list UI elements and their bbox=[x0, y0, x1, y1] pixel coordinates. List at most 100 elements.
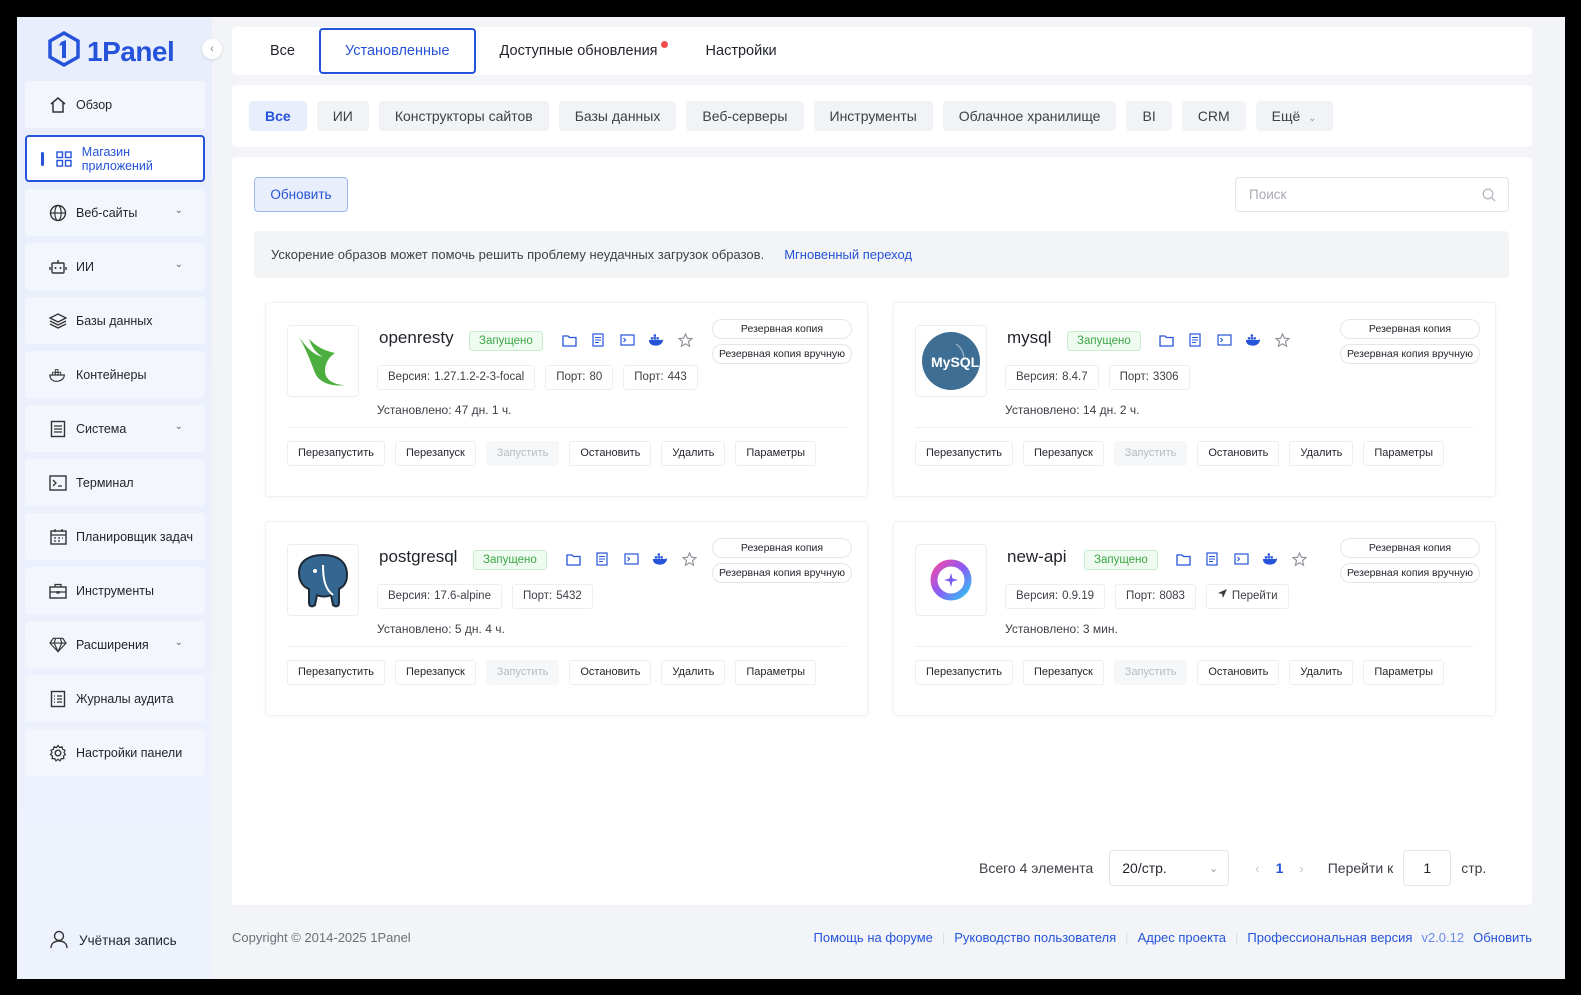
params-button[interactable]: Параметры bbox=[735, 660, 817, 685]
star-icon[interactable] bbox=[681, 551, 697, 567]
goto-page-input[interactable]: 1 bbox=[1403, 850, 1452, 886]
stop-button[interactable]: Остановить bbox=[1197, 660, 1280, 685]
stop-button[interactable]: Остановить bbox=[569, 660, 652, 685]
backup-button[interactable]: Резервная копия bbox=[1340, 538, 1480, 558]
star-icon[interactable] bbox=[1274, 332, 1290, 348]
params-button[interactable]: Параметры bbox=[735, 441, 817, 466]
prev-page-button[interactable]: ‹ bbox=[1255, 861, 1259, 876]
installed-label: Установлено: bbox=[1005, 403, 1080, 417]
sidebar-item-tools[interactable]: Инструменты bbox=[25, 567, 205, 614]
params-button[interactable]: Параметры bbox=[1363, 441, 1445, 466]
restart-button[interactable]: Перезапустить bbox=[287, 441, 385, 466]
category-all[interactable]: Все bbox=[249, 101, 307, 131]
refresh-button[interactable]: Обновить bbox=[254, 177, 348, 212]
search-input[interactable]: Поиск bbox=[1235, 177, 1509, 212]
docker-icon[interactable] bbox=[1245, 332, 1261, 348]
project-link[interactable]: Адрес проекта bbox=[1138, 930, 1226, 945]
tab-updates[interactable]: Доступные обновления bbox=[476, 28, 682, 74]
tab-all[interactable]: Все bbox=[246, 28, 319, 74]
category-cloud-storage[interactable]: Облачное хранилище bbox=[942, 101, 1117, 131]
stop-button[interactable]: Остановить bbox=[569, 441, 652, 466]
folder-icon[interactable] bbox=[1175, 551, 1191, 567]
page-number-1[interactable]: 1 bbox=[1276, 860, 1284, 876]
document-icon[interactable] bbox=[594, 551, 610, 567]
backup-button[interactable]: Резервная копия bbox=[1340, 319, 1480, 339]
terminal-icon[interactable] bbox=[623, 551, 639, 567]
restart-button[interactable]: Перезапустить bbox=[915, 441, 1013, 466]
version-tag: Версия: 17.6-alpine bbox=[377, 584, 502, 609]
folder-icon[interactable] bbox=[561, 332, 577, 348]
forum-link[interactable]: Помощь на форуме bbox=[814, 930, 933, 945]
sidebar-item-websites[interactable]: Веб-сайты ⌄ bbox=[25, 189, 205, 236]
sidebar-item-scheduler[interactable]: Планировщик задач bbox=[25, 513, 205, 560]
backup-button[interactable]: Резервная копия bbox=[712, 538, 852, 558]
sidebar-item-terminal[interactable]: Терминал bbox=[25, 459, 205, 506]
delete-button[interactable]: Удалить bbox=[661, 441, 726, 466]
terminal-icon[interactable] bbox=[1216, 332, 1232, 348]
docker-icon[interactable] bbox=[652, 551, 668, 567]
sidebar-item-containers[interactable]: Контейнеры bbox=[25, 351, 205, 398]
terminal-icon[interactable] bbox=[1233, 551, 1249, 567]
manual-backup-button[interactable]: Резервная копия вручную bbox=[1340, 344, 1480, 364]
page-size-select[interactable]: 20/стр. ⌄ bbox=[1109, 850, 1230, 886]
sidebar-item-panel-settings[interactable]: Настройки панели bbox=[25, 729, 205, 776]
sidebar-item-system[interactable]: Система ⌄ bbox=[25, 405, 205, 452]
start-button[interactable]: Запустить bbox=[485, 660, 560, 685]
notice-link[interactable]: Мгновенный переход bbox=[784, 247, 912, 262]
docker-icon[interactable] bbox=[1262, 551, 1278, 567]
folder-icon[interactable] bbox=[565, 551, 581, 567]
next-page-button[interactable]: › bbox=[1299, 861, 1303, 876]
port-tag: Порт: 80 bbox=[545, 365, 614, 390]
folder-icon[interactable] bbox=[1158, 332, 1174, 348]
sidebar-item-databases[interactable]: Базы данных bbox=[25, 297, 205, 344]
rebuild-button[interactable]: Перезапуск bbox=[394, 660, 476, 685]
manual-backup-button[interactable]: Резервная копия вручную bbox=[712, 563, 852, 583]
rebuild-button[interactable]: Перезапуск bbox=[1022, 660, 1104, 685]
restart-button[interactable]: Перезапустить bbox=[287, 660, 385, 685]
collapse-sidebar-button[interactable]: ‹ bbox=[202, 39, 222, 59]
star-icon[interactable] bbox=[1291, 551, 1307, 567]
category-web-servers[interactable]: Веб-серверы bbox=[686, 101, 804, 131]
category-more-dropdown[interactable]: Ещё ⌄ bbox=[1255, 101, 1333, 131]
terminal-icon[interactable] bbox=[619, 332, 635, 348]
start-button[interactable]: Запустить bbox=[1113, 441, 1188, 466]
sidebar-item-audit-logs[interactable]: Журналы аудита bbox=[25, 675, 205, 722]
delete-button[interactable]: Удалить bbox=[1289, 660, 1354, 685]
document-icon[interactable] bbox=[1187, 332, 1203, 348]
brand-logo[interactable]: 1Panel bbox=[47, 30, 175, 72]
goto-app-button[interactable]: Перейти bbox=[1205, 584, 1289, 609]
restart-button[interactable]: Перезапустить bbox=[915, 660, 1013, 685]
document-icon[interactable] bbox=[590, 332, 606, 348]
sidebar-item-ai[interactable]: ИИ ⌄ bbox=[25, 243, 205, 290]
stop-button[interactable]: Остановить bbox=[1197, 441, 1280, 466]
update-link[interactable]: Обновить bbox=[1473, 930, 1532, 945]
document-icon[interactable] bbox=[1204, 551, 1220, 567]
delete-button[interactable]: Удалить bbox=[1289, 441, 1354, 466]
start-button[interactable]: Запустить bbox=[485, 441, 560, 466]
sidebar-item-extensions[interactable]: Расширения ⌄ bbox=[25, 621, 205, 668]
docker-icon[interactable] bbox=[648, 332, 664, 348]
category-bi[interactable]: BI bbox=[1126, 101, 1172, 131]
pro-version-link[interactable]: Профессиональная версия bbox=[1247, 930, 1412, 945]
manual-backup-button[interactable]: Резервная копия вручную bbox=[712, 344, 852, 364]
separator: | bbox=[1235, 930, 1239, 945]
backup-button[interactable]: Резервная копия bbox=[712, 319, 852, 339]
account-menu[interactable]: Учётная запись bbox=[49, 929, 177, 952]
star-icon[interactable] bbox=[677, 332, 693, 348]
sidebar-item-app-store[interactable]: Магазин приложений bbox=[25, 135, 205, 182]
manual-backup-button[interactable]: Резервная копия вручную bbox=[1340, 563, 1480, 583]
sidebar-item-overview[interactable]: Обзор bbox=[25, 81, 205, 128]
category-crm[interactable]: CRM bbox=[1181, 101, 1246, 131]
user-guide-link[interactable]: Руководство пользователя bbox=[954, 930, 1116, 945]
params-button[interactable]: Параметры bbox=[1363, 660, 1445, 685]
category-site-builders[interactable]: Конструкторы сайтов bbox=[378, 101, 549, 131]
tab-settings[interactable]: Настройки bbox=[682, 28, 801, 74]
category-databases[interactable]: Базы данных bbox=[558, 101, 677, 131]
category-tools[interactable]: Инструменты bbox=[813, 101, 933, 131]
delete-button[interactable]: Удалить bbox=[661, 660, 726, 685]
rebuild-button[interactable]: Перезапуск bbox=[394, 441, 476, 466]
category-ai[interactable]: ИИ bbox=[316, 101, 369, 131]
rebuild-button[interactable]: Перезапуск bbox=[1022, 441, 1104, 466]
tab-installed[interactable]: Установленные bbox=[319, 28, 476, 74]
start-button[interactable]: Запустить bbox=[1113, 660, 1188, 685]
